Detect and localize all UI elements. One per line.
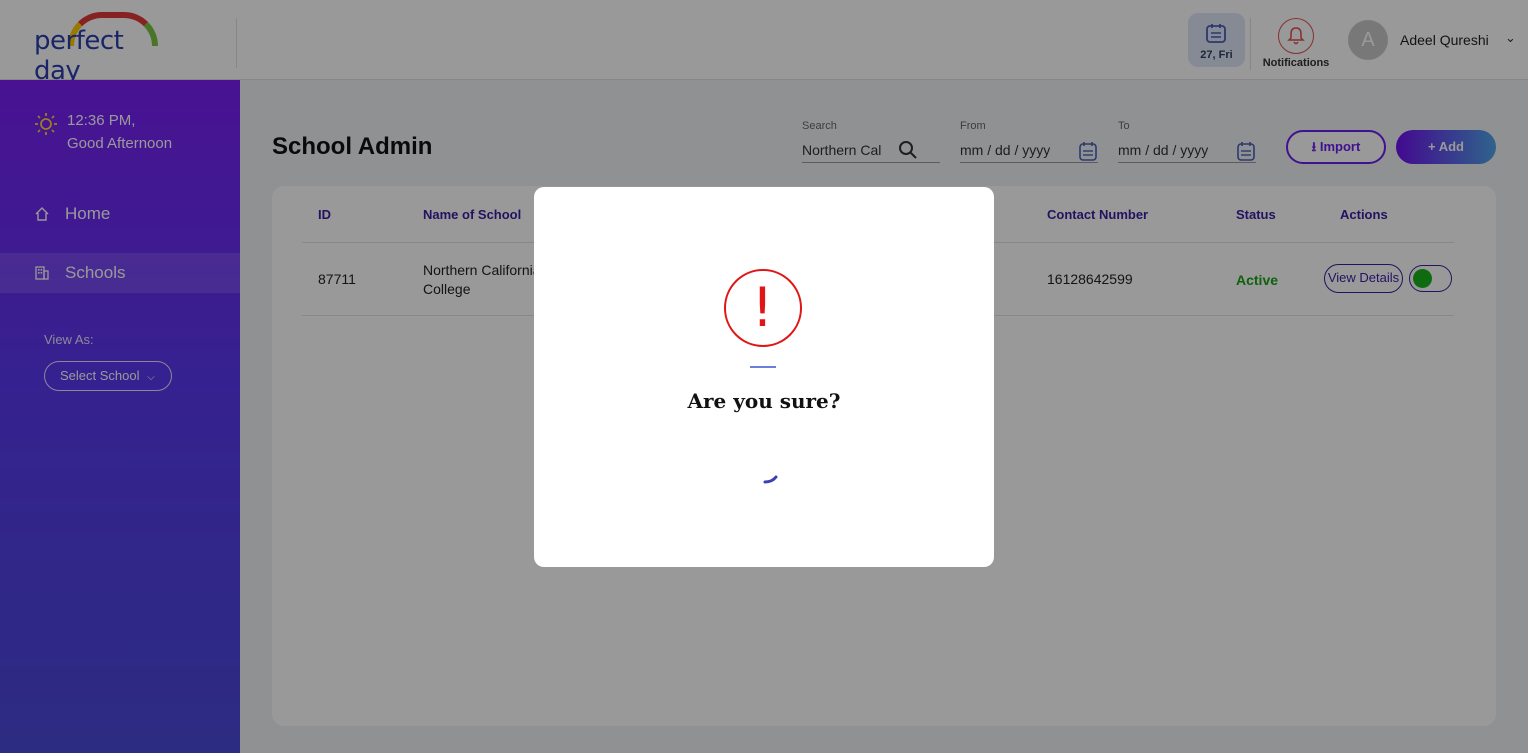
dialog-title: Are you sure? — [687, 389, 841, 413]
loading-spinner-icon — [763, 475, 778, 484]
warning-mark: ! — [751, 276, 774, 339]
warning-icon: ! — [724, 269, 802, 347]
dialog-accent-bar — [750, 366, 776, 368]
confirm-dialog: ! Are you sure? — [534, 187, 994, 567]
